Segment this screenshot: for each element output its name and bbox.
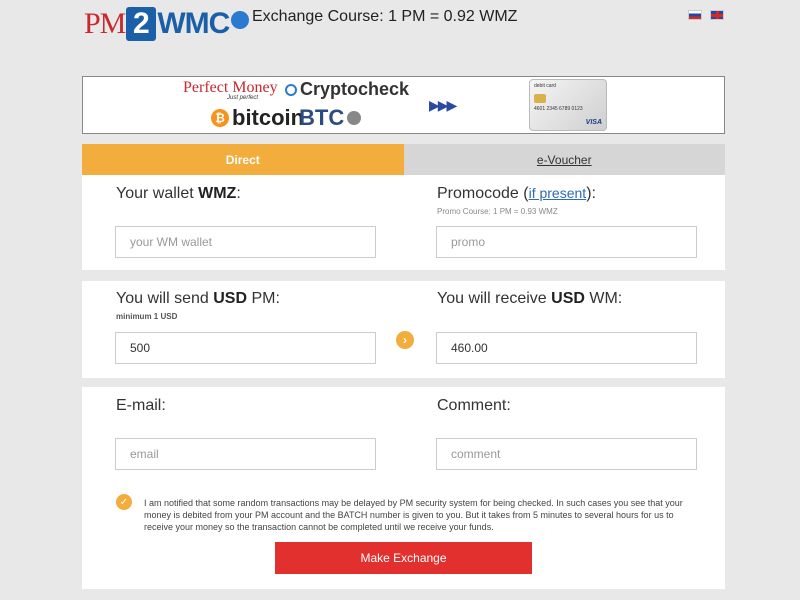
btce-icon	[347, 111, 362, 125]
payment-banner: Perfect Money Just perfect Cryptocheck ₿…	[82, 76, 725, 134]
logo-two: 2	[126, 7, 157, 41]
logo-wmc: WMC	[157, 7, 230, 40]
language-switcher	[688, 10, 724, 20]
send-label: You will send USD PM:	[116, 290, 280, 307]
wallet-label-group: Your wallet WMZ:	[116, 185, 241, 203]
promo-label-group: Promocode (if present): Promo Course: 1 …	[437, 185, 596, 216]
promo-input[interactable]	[436, 226, 697, 258]
card-chip-icon	[534, 94, 546, 103]
exchange-course: Exchange Course: 1 PM = 0.92 WMZ	[252, 8, 518, 25]
make-exchange-button[interactable]: Make Exchange	[275, 542, 532, 574]
logo-pm: PM	[84, 7, 126, 40]
email-field[interactable]	[115, 438, 376, 470]
receive-label: You will receive USD WM:	[437, 290, 623, 307]
amount-panel: You will send USD PM: minimum 1 USD You …	[82, 281, 725, 378]
visa-logo: VISA	[585, 119, 602, 126]
comment-label: Comment:	[437, 397, 511, 414]
debit-card-image: debit card 4601 2345 6789 0123 VISA	[529, 79, 607, 131]
perfect-money-tagline: Just perfect	[227, 95, 259, 101]
receive-amount-input[interactable]	[436, 332, 697, 364]
site-logo[interactable]: PM 2 WMC	[84, 6, 250, 42]
exchange-tabs: Direct e-Voucher	[82, 144, 725, 175]
bitcoin-icon: ₿	[211, 109, 229, 127]
receive-label-group: You will receive USD WM:	[437, 290, 622, 308]
tab-e-voucher[interactable]: e-Voucher	[403, 144, 725, 175]
promo-label: Promocode (if present):	[437, 185, 596, 202]
agreement-notice: I am notified that some random transacti…	[144, 498, 683, 532]
card-number: 4601 2345 6789 0123	[534, 106, 583, 112]
wallet-input[interactable]	[115, 226, 376, 258]
cryptocheck-icon	[285, 83, 297, 96]
cryptocheck-text: Cryptocheck	[300, 79, 410, 99]
cryptocheck-logo: Cryptocheck	[285, 79, 409, 100]
tab-direct[interactable]: Direct	[82, 144, 404, 175]
send-amount-input[interactable]	[115, 332, 376, 364]
english-flag-icon[interactable]	[710, 10, 724, 20]
agreement-checkbox[interactable]: ✓	[116, 494, 132, 510]
email-label: E-mail:	[116, 397, 166, 414]
globe-icon	[231, 11, 250, 29]
arrows-icon: ▶▶▶	[429, 97, 457, 113]
send-label-group: You will send USD PM: minimum 1 USD	[116, 290, 280, 321]
btce-logo: BTC	[299, 105, 362, 131]
btce-text: BTC	[299, 105, 345, 130]
comment-field[interactable]	[436, 438, 697, 470]
send-minimum: minimum 1 USD	[116, 312, 178, 321]
bitcoin-logo: ₿ bitcoin	[211, 105, 304, 131]
russian-flag-icon[interactable]	[688, 10, 702, 20]
bitcoin-text: bitcoin	[232, 105, 305, 130]
chevron-right-icon[interactable]: ›	[396, 331, 414, 349]
contact-panel: E-mail: Comment: ✓ I am notified that so…	[82, 387, 725, 589]
promo-course: Promo Course: 1 PM = 0.93 WMZ	[437, 207, 558, 216]
wallet-label: Your wallet WMZ:	[116, 185, 241, 202]
header: PM 2 WMC Exchange Course: 1 PM = 0.92 WM…	[0, 0, 800, 60]
promo-info-link[interactable]: if present	[529, 185, 587, 201]
wallet-panel: Your wallet WMZ: Promocode (if present):…	[82, 175, 725, 270]
card-title: debit card	[534, 83, 556, 89]
